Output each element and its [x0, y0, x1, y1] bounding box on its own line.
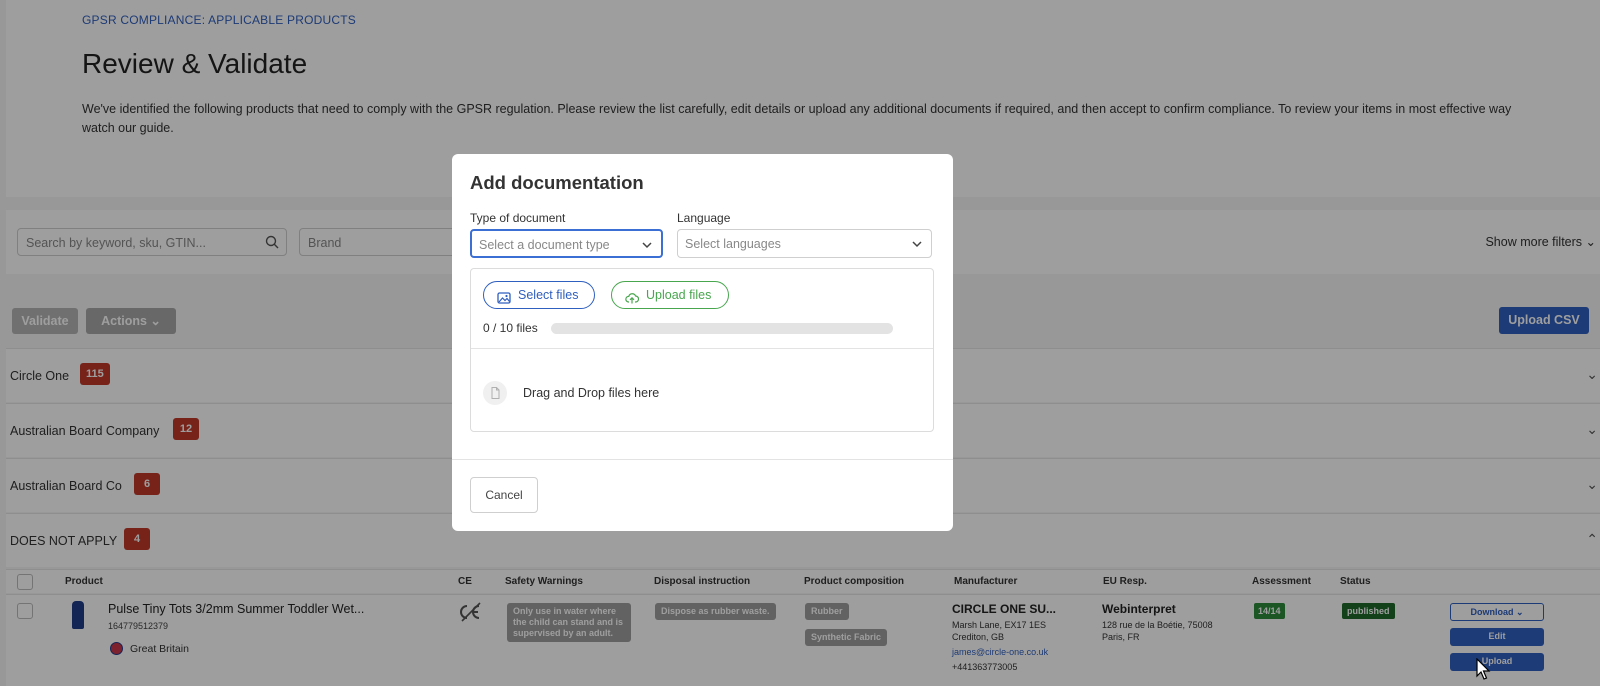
- file-count: 0 / 10 files: [483, 321, 538, 335]
- document-type-placeholder: Select a document type: [479, 238, 610, 252]
- mouse-cursor-icon: [1476, 657, 1492, 686]
- add-documentation-modal: Add documentation Type of document Selec…: [452, 154, 953, 531]
- language-placeholder: Select languages: [685, 237, 781, 251]
- select-files-label: Select files: [518, 288, 579, 302]
- chevron-down-icon: [911, 237, 923, 255]
- file-drop-panel[interactable]: Select files Upload files 0 / 10 files D…: [470, 268, 934, 432]
- drag-drop-text: Drag and Drop files here: [523, 386, 660, 400]
- modal-title: Add documentation: [470, 172, 644, 193]
- language-label: Language: [677, 211, 731, 225]
- chevron-down-icon: [641, 238, 653, 256]
- upload-files-button[interactable]: Upload files: [611, 281, 729, 309]
- document-type-label: Type of document: [470, 211, 566, 225]
- divider: [471, 348, 933, 349]
- language-select[interactable]: Select languages: [677, 229, 932, 258]
- upload-progress-bar: [551, 323, 893, 334]
- modal-footer-divider: [452, 459, 953, 460]
- upload-files-label: Upload files: [646, 288, 712, 302]
- cancel-button[interactable]: Cancel: [470, 477, 538, 513]
- file-icon: [483, 381, 507, 405]
- document-type-select[interactable]: Select a document type: [470, 229, 663, 258]
- cloud-upload-icon: [625, 288, 640, 314]
- image-icon: [497, 288, 511, 314]
- select-files-button[interactable]: Select files: [483, 281, 595, 309]
